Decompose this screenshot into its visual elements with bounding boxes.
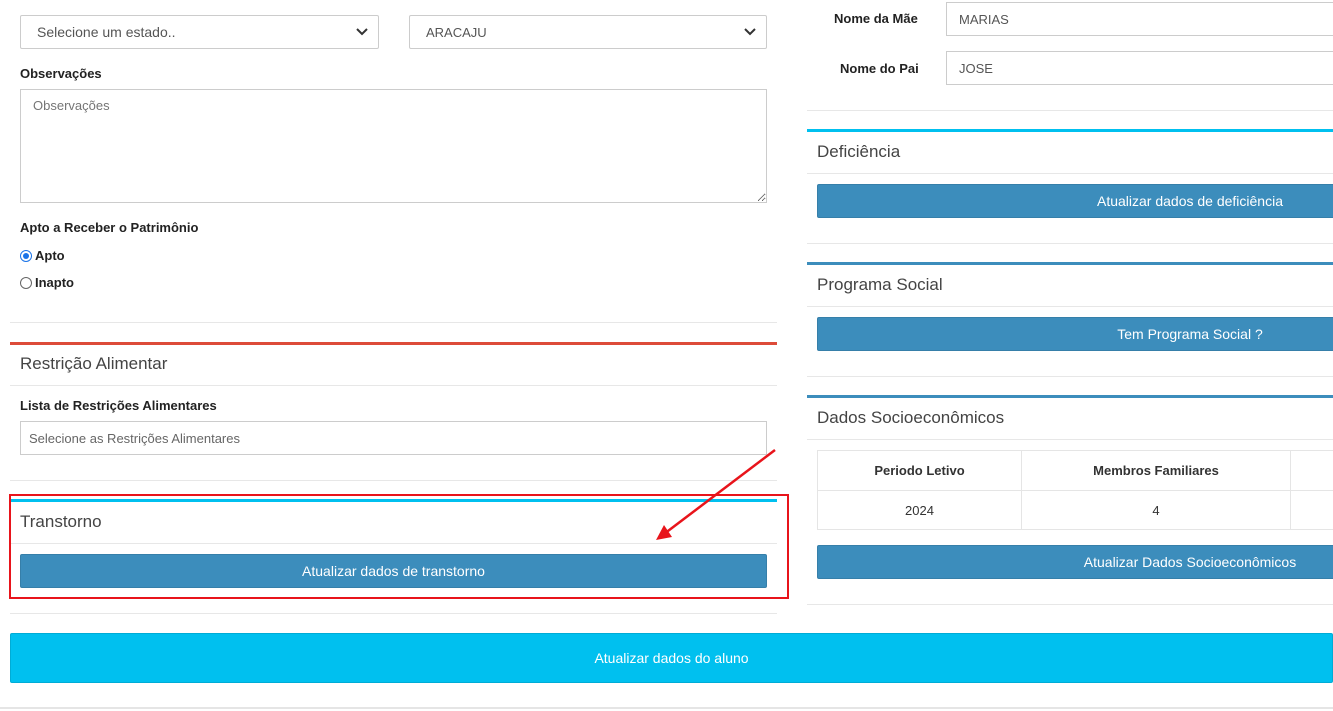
patrimonio-label: Apto a Receber o Patrimônio xyxy=(20,220,199,235)
divider xyxy=(10,613,777,614)
atualizar-deficiencia-button[interactable]: Atualizar dados de deficiência xyxy=(817,184,1333,218)
table-cell: 4 xyxy=(1021,490,1291,530)
socioeconomicos-title: Dados Socioeconômicos xyxy=(817,408,1005,427)
divider xyxy=(807,306,1333,307)
table-row: 2024 4 xyxy=(817,490,1333,530)
divider xyxy=(10,322,777,323)
atualizar-aluno-button[interactable]: Atualizar dados do aluno xyxy=(10,633,1333,683)
table-cell: 2024 xyxy=(817,490,1022,530)
socioeconomicos-table: Periodo Letivo Membros Familiares 2024 4 xyxy=(817,450,1333,530)
restricao-box-top-border xyxy=(10,342,777,345)
atualizar-socioeconomicos-button[interactable]: Atualizar Dados Socioeconômicos xyxy=(817,545,1333,579)
chevron-down-icon xyxy=(356,28,368,36)
chevron-down-icon xyxy=(744,28,756,36)
bottom-divider xyxy=(0,707,1333,709)
radio-apto[interactable]: Apto xyxy=(20,248,65,263)
restricao-title: Restrição Alimentar xyxy=(20,354,168,373)
radio-checked-icon[interactable] xyxy=(20,249,32,262)
mae-input[interactable]: MARIAS xyxy=(946,2,1333,36)
socioeconomicos-box-top-border xyxy=(807,395,1333,398)
radio-inapto[interactable]: Inapto xyxy=(20,275,74,290)
divider xyxy=(807,604,1333,605)
divider xyxy=(807,243,1333,244)
restricao-list-label: Lista de Restrições Alimentares xyxy=(20,398,217,413)
programa-social-box-top-border xyxy=(807,262,1333,265)
observacoes-label: Observações xyxy=(20,66,102,81)
table-header-row: Periodo Letivo Membros Familiares xyxy=(817,450,1333,491)
deficiencia-box-top-border xyxy=(807,129,1333,132)
divider xyxy=(10,385,777,386)
divider xyxy=(807,376,1333,377)
cidade-select[interactable]: ARACAJU xyxy=(409,15,767,49)
divider xyxy=(807,173,1333,174)
column-header: Membros Familiares xyxy=(1021,450,1291,491)
column-header: Periodo Letivo xyxy=(817,450,1022,491)
observacoes-textarea[interactable] xyxy=(20,89,767,203)
deficiencia-title: Deficiência xyxy=(817,142,901,161)
radio-unchecked-icon[interactable] xyxy=(20,276,32,289)
pai-input[interactable]: JOSE xyxy=(946,51,1333,85)
estado-select[interactable]: Selecione um estado.. xyxy=(20,15,379,49)
pai-label: Nome do Pai xyxy=(840,61,919,76)
arrow-annotation-icon xyxy=(656,449,776,540)
column-header-empty xyxy=(1290,450,1333,491)
divider xyxy=(807,439,1333,440)
table-cell-empty xyxy=(1290,490,1333,530)
mae-label: Nome da Mãe xyxy=(834,11,918,26)
divider xyxy=(807,110,1333,111)
programa-social-title: Programa Social xyxy=(817,275,943,294)
tem-programa-social-button[interactable]: Tem Programa Social ? xyxy=(817,317,1333,351)
